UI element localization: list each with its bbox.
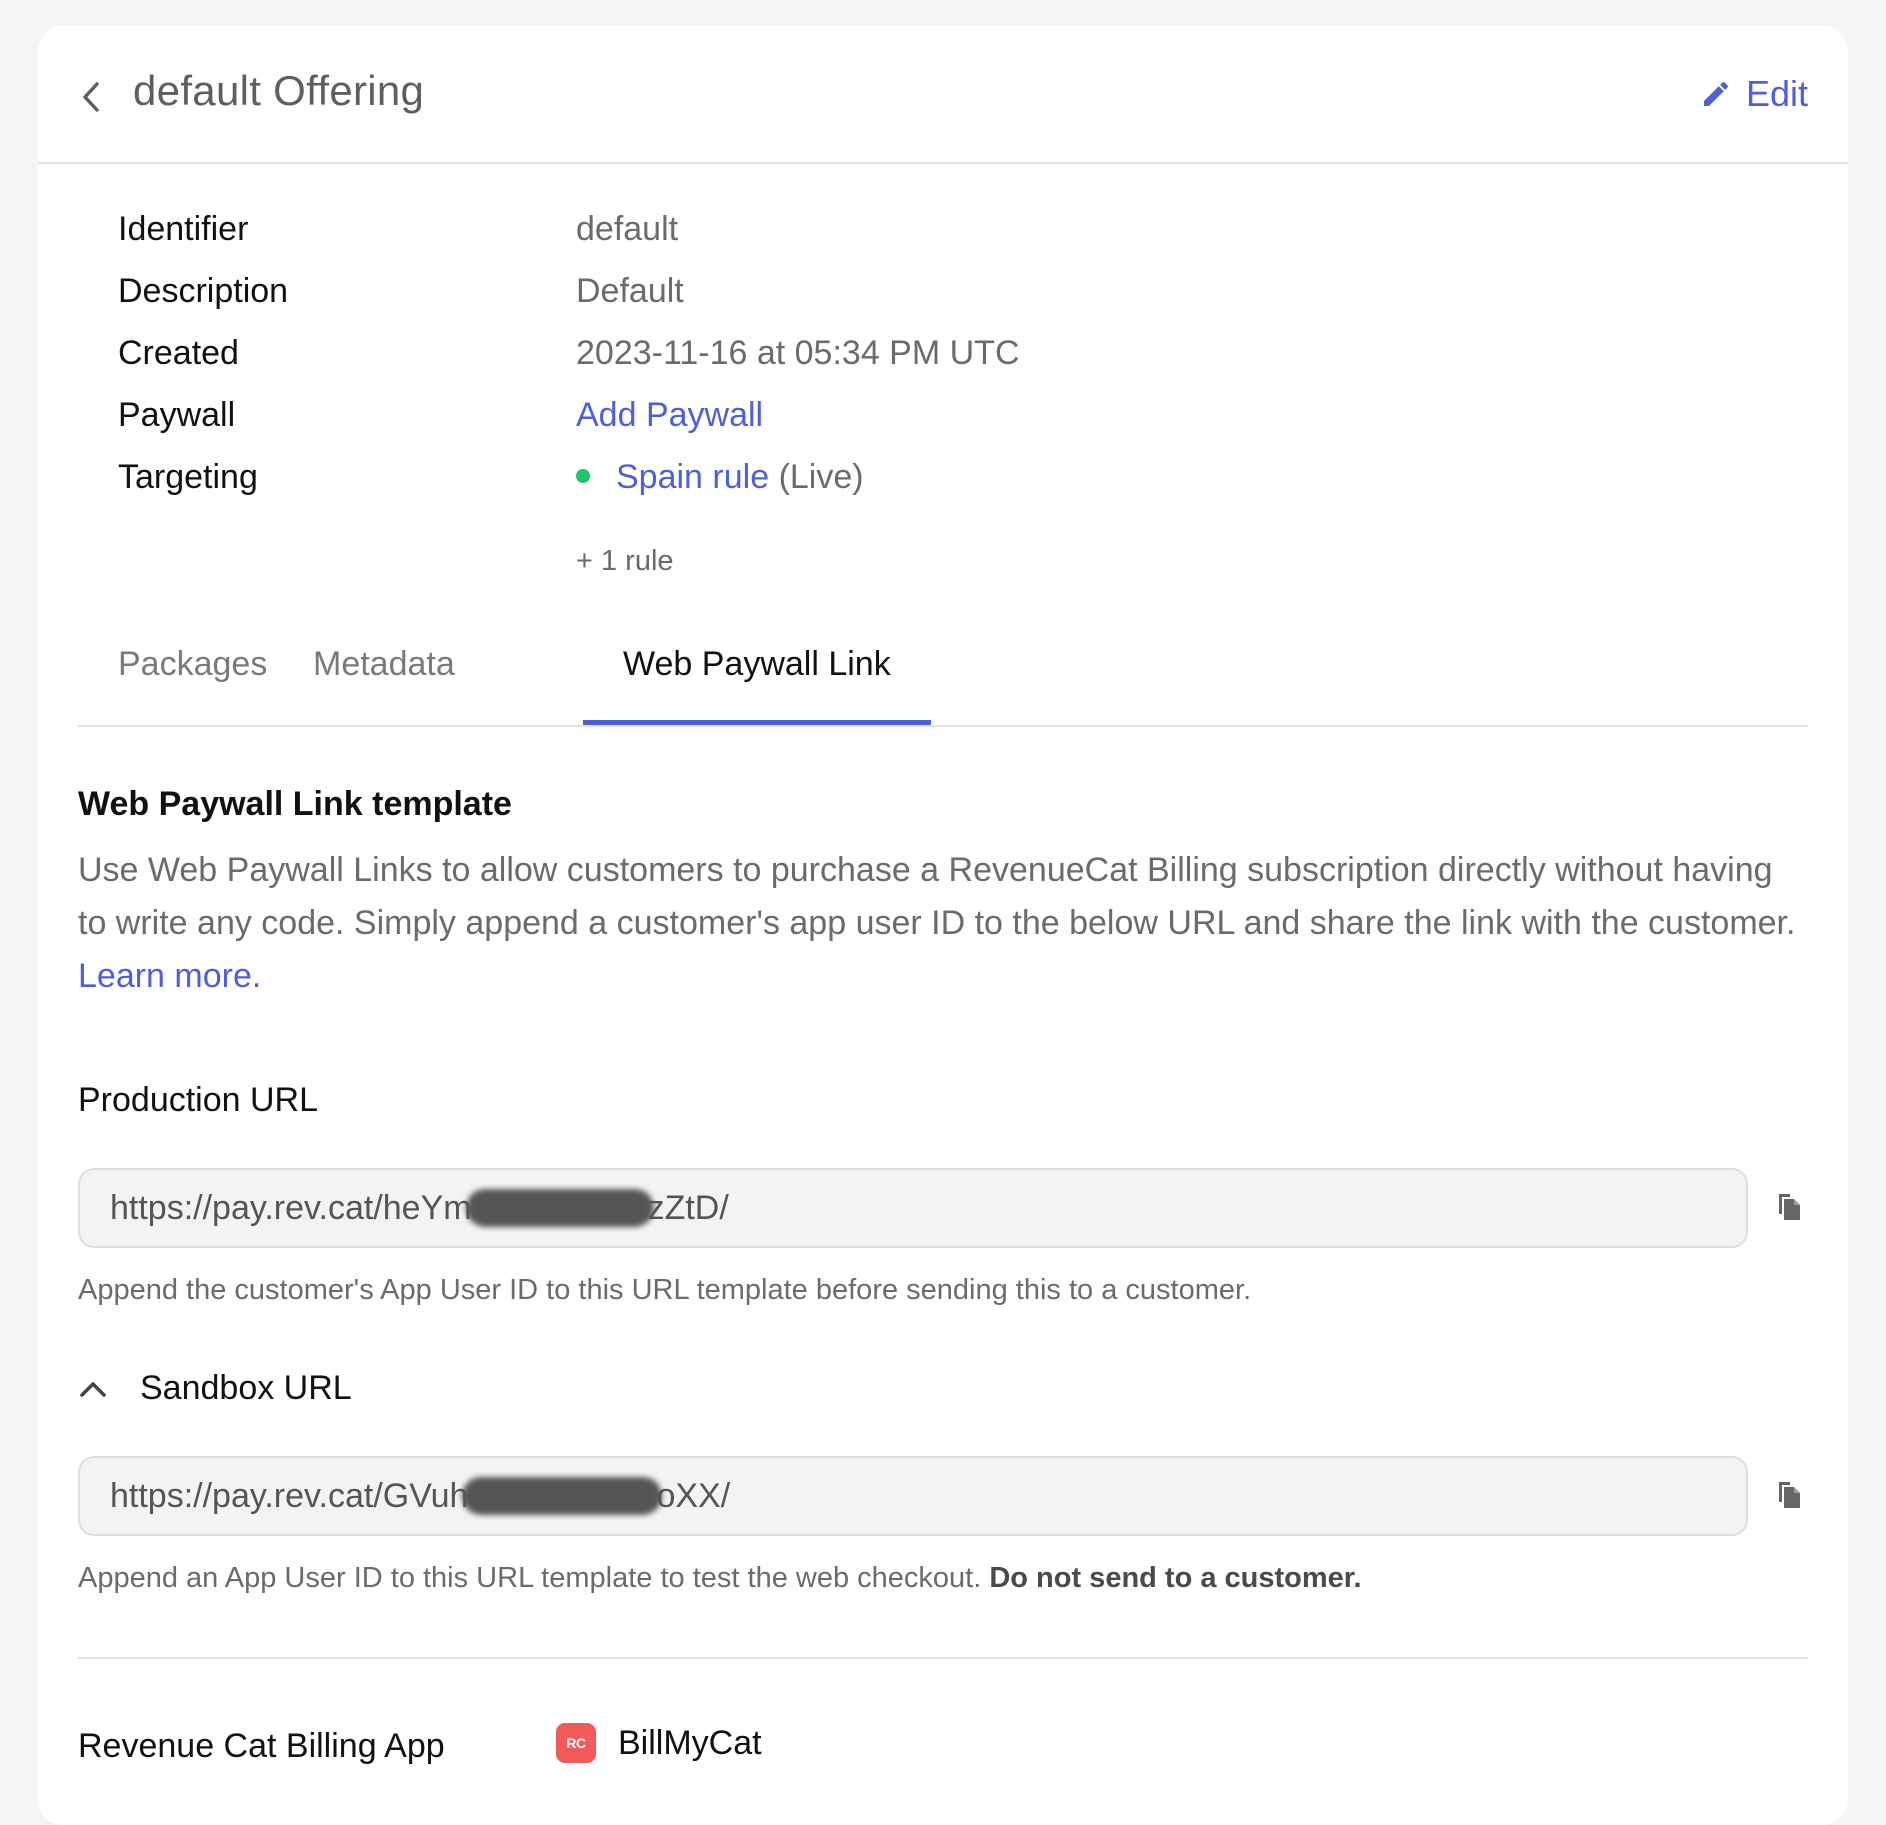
pencil-icon — [1703, 81, 1728, 106]
spain-rule-link[interactable]: Spain rule — [616, 458, 769, 496]
billing-app-row: Revenue Cat Billing App RC BillMyCat — [78, 1723, 1808, 1787]
created-label: Created — [118, 334, 239, 372]
redaction-blur — [465, 1189, 654, 1227]
targeting-value: Spain rule (Live) — [576, 458, 864, 497]
rule-status: (Live) — [778, 458, 864, 496]
detail-row-description: Description Default — [118, 272, 1318, 334]
identifier-value: default — [576, 210, 679, 248]
copy-sandbox-url-button[interactable] — [1776, 1480, 1808, 1516]
targeting-label: Targeting — [118, 458, 258, 496]
tab-web-paywall-link[interactable]: Web Paywall Link — [583, 617, 931, 725]
billing-app-label: Revenue Cat Billing App — [78, 1727, 445, 1765]
description-label: Description — [118, 272, 289, 310]
chevron-left-icon — [83, 82, 99, 112]
detail-row-targeting: Targeting Spain rule (Live) — [118, 458, 1318, 520]
detail-row-paywall: Paywall Add Paywall — [118, 396, 1318, 458]
production-url-label: Production URL — [78, 1081, 319, 1119]
sandbox-url-row: https://pay.rev.cat/GVuh oXX/ — [78, 1456, 1808, 1536]
sandbox-url-toggle[interactable]: Sandbox URL — [78, 1369, 1808, 1408]
sandbox-url-label: Sandbox URL — [140, 1369, 352, 1407]
description-text: Use Web Paywall Links to allow customers… — [78, 851, 1796, 942]
sandbox-url-prefix: https://pay.rev.cat/GVuh — [110, 1476, 469, 1515]
production-url-hint: Append the customer's App User ID to thi… — [78, 1274, 1252, 1306]
offering-card: default Offering Edit Identifier default… — [38, 25, 1848, 1825]
copy-icon — [1779, 1482, 1800, 1508]
created-value: 2023-11-16 at 05:34 PM UTC — [576, 334, 1020, 372]
edit-label: Edit — [1745, 73, 1808, 114]
redaction-blur — [462, 1477, 663, 1515]
tab-metadata[interactable]: Metadata — [273, 617, 495, 725]
paywall-label: Paywall — [118, 396, 236, 434]
tab-bar: Packages Metadata Web Paywall Link — [78, 617, 1808, 727]
edit-button[interactable]: Edit — [1700, 73, 1808, 115]
description-value: Default — [576, 272, 684, 310]
card-header: default Offering Edit — [38, 25, 1848, 164]
identifier-label: Identifier — [118, 210, 249, 248]
web-paywall-content: Web Paywall Link template Use Web Paywal… — [78, 785, 1808, 1787]
revenuecat-app-icon: RC — [556, 1723, 596, 1763]
more-rules-text[interactable]: + 1 rule — [576, 545, 674, 578]
billing-app-name: BillMyCat — [618, 1723, 762, 1762]
detail-row-created: Created 2023-11-16 at 05:34 PM UTC — [118, 334, 1318, 396]
copy-production-url-button[interactable] — [1776, 1192, 1808, 1228]
production-url-field[interactable]: https://pay.rev.cat/heYm zZtD/ — [78, 1168, 1748, 1248]
sandbox-url-field[interactable]: https://pay.rev.cat/GVuh oXX/ — [78, 1456, 1748, 1536]
chevron-up-icon — [80, 1381, 106, 1397]
sandbox-url-suffix: oXX/ — [656, 1476, 731, 1515]
production-url-suffix: zZtD/ — [647, 1188, 729, 1227]
sandbox-hint-text: Append an App User ID to this URL templa… — [78, 1562, 990, 1594]
offering-details: Identifier default Description Default C… — [118, 210, 1318, 577]
section-description: Use Web Paywall Links to allow customers… — [78, 844, 1808, 1003]
copy-icon — [1779, 1194, 1800, 1220]
production-url-prefix: https://pay.rev.cat/heYm — [110, 1188, 472, 1227]
live-status-dot — [576, 469, 590, 484]
section-title: Web Paywall Link template — [78, 785, 512, 823]
learn-more-link[interactable]: Learn more. — [78, 957, 261, 995]
sandbox-url-hint: Append an App User ID to this URL templa… — [78, 1562, 1808, 1595]
sandbox-hint-warning: Do not send to a customer. — [989, 1562, 1362, 1594]
billing-app-link[interactable]: RC BillMyCat — [556, 1723, 762, 1763]
add-paywall-link[interactable]: Add Paywall — [576, 396, 763, 435]
production-url-row: https://pay.rev.cat/heYm zZtD/ — [78, 1168, 1808, 1248]
page-title: default Offering — [133, 67, 425, 114]
detail-row-identifier: Identifier default — [118, 210, 1318, 272]
back-button[interactable] — [74, 75, 108, 119]
